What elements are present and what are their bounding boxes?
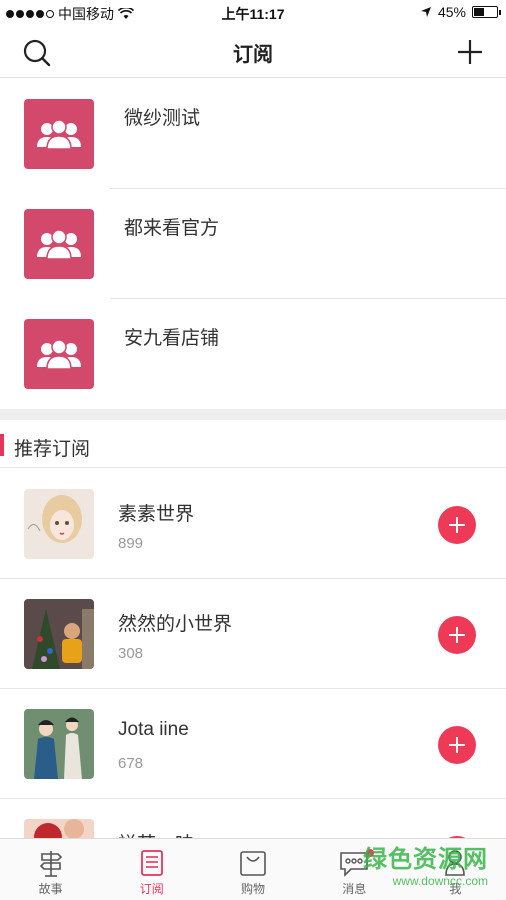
group-icon (37, 119, 81, 149)
subscriber-count: 308 (118, 645, 144, 662)
page-title: 订阅 (233, 44, 273, 66)
subscription-name: 都来看官方 (124, 218, 220, 239)
subscribe-add-button[interactable] (438, 506, 476, 544)
recommend-title: 推荐订阅 (14, 439, 91, 460)
recommend-list: 素素世界 899 然然的小世界 308 Jota iine 678 (0, 469, 506, 900)
group-avatar (24, 99, 94, 169)
subscription-item[interactable]: 微纱测试 (0, 79, 506, 189)
avatar (24, 709, 94, 779)
recommend-name: 然然的小世界 (118, 614, 233, 635)
group-avatar (24, 319, 94, 389)
tab-label: 故事 (38, 882, 63, 896)
plus-icon (449, 517, 465, 533)
recommend-item[interactable]: Jota iine 678 (0, 689, 506, 799)
subscription-name: 安九看店铺 (124, 328, 220, 349)
bag-icon (240, 851, 266, 876)
battery-icon (472, 6, 501, 18)
section-accent-bar (0, 434, 4, 456)
recommend-name: Jota iine (118, 719, 189, 740)
subscription-list: 微纱测试 都来看官方 安九看店铺 (0, 79, 506, 409)
subscribe-add-button[interactable] (438, 616, 476, 654)
subscription-name: 微纱测试 (124, 108, 201, 129)
group-avatar (24, 209, 94, 279)
group-icon (37, 339, 81, 369)
recommend-item[interactable]: 然然的小世界 308 (0, 579, 506, 689)
battery-percent: 45% (437, 4, 466, 20)
status-bar: 中国移动 上午11:17 45% (0, 0, 506, 26)
subscriber-count: 678 (118, 755, 144, 772)
list-icon (140, 850, 163, 876)
avatar (24, 489, 94, 559)
tab-story[interactable]: 故事 (0, 839, 101, 900)
subscription-item[interactable]: 都来看官方 (0, 189, 506, 299)
recommend-name: 素素世界 (118, 504, 195, 525)
watermark-url: www.downcc.com (392, 874, 488, 888)
subscribe-add-button[interactable] (438, 726, 476, 764)
location-arrow-icon (420, 7, 431, 17)
subscriber-count: 899 (118, 535, 144, 552)
tab-label: 购物 (241, 882, 266, 896)
signpost-icon (39, 851, 62, 877)
group-icon (37, 229, 81, 259)
section-divider (0, 409, 506, 420)
plus-icon[interactable] (456, 38, 484, 66)
tab-label: 订阅 (139, 882, 164, 896)
subscription-item[interactable]: 安九看店铺 (0, 299, 506, 409)
watermark-text: 绿色资源网 (363, 846, 488, 873)
tab-subscribe[interactable]: 订阅 (101, 839, 202, 900)
recommend-header: 推荐订阅 (0, 420, 506, 468)
plus-icon (449, 627, 465, 643)
nav-bar: 订阅 (0, 26, 506, 78)
avatar (24, 599, 94, 669)
plus-icon (449, 737, 465, 753)
status-right: 45% (420, 4, 501, 20)
tab-shop[interactable]: 购物 (202, 839, 303, 900)
watermark: 绿色资源网 www.downcc.com (363, 839, 488, 888)
recommend-item[interactable]: 素素世界 899 (0, 469, 506, 579)
